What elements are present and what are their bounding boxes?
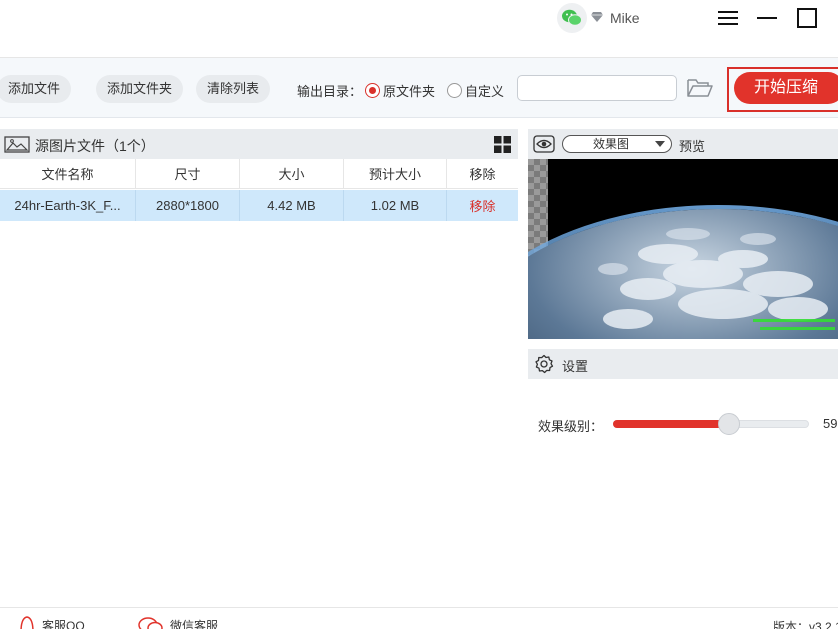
chevron-down-icon (655, 141, 665, 147)
file-name-cell: 24hr-Earth-3K_F... (0, 190, 136, 221)
clear-list-button[interactable]: 清除列表 (196, 75, 271, 103)
qq-support-link[interactable]: 客服QQ (18, 616, 85, 629)
radio-custom-folder[interactable]: 自定义 (447, 81, 504, 100)
wechat-support-icon (138, 616, 164, 629)
menu-icon[interactable] (716, 6, 740, 30)
file-dimensions-cell: 2880*1800 (136, 190, 240, 221)
radio-original-folder[interactable]: 原文件夹 (365, 81, 435, 100)
column-header-size: 大小 (240, 159, 344, 188)
radio-original-folder-indicator[interactable] (365, 83, 380, 98)
wechat-support-label: 微信客服 (170, 619, 219, 629)
gear-icon (534, 354, 554, 377)
title-bar: Mike (0, 0, 838, 58)
preview-header: 效果图 预览 (528, 129, 838, 159)
image-icon (4, 136, 30, 156)
output-directory-label: 输出目录： (297, 84, 363, 99)
user-account[interactable]: Mike (590, 9, 640, 27)
version-label: 版本：v3.2.1 (773, 620, 838, 629)
add-folder-button[interactable]: 添加文件夹 (96, 75, 184, 103)
diamond-icon (590, 11, 604, 26)
qq-support-label: 客服QQ (42, 619, 85, 629)
effect-level-slider[interactable] (613, 413, 809, 435)
radio-original-folder-label: 原文件夹 (383, 84, 436, 99)
wechat-icon[interactable] (557, 3, 587, 33)
preview-mode-value: 效果图 (592, 137, 629, 151)
slider-fill (613, 420, 729, 428)
settings-title: 设置 (562, 359, 589, 374)
slider-handle[interactable] (717, 413, 740, 435)
minimize-icon[interactable] (755, 6, 779, 30)
radio-custom-folder-indicator[interactable] (447, 83, 462, 98)
file-list-panel: 源图片文件（1个） 文件名称 尺寸 大小 预计大小 移除 24hr-Earth-… (0, 129, 518, 607)
output-path-input[interactable] (517, 75, 677, 101)
column-header-remove: 移除 (469, 167, 496, 182)
column-header-name: 文件名称 (0, 159, 136, 188)
start-compress-button[interactable]: 开始压缩 (734, 72, 838, 104)
remove-link[interactable]: 移除 (469, 196, 495, 215)
eye-icon (533, 135, 555, 156)
effect-level-value: 59 (823, 416, 838, 431)
file-table-header: 文件名称 尺寸 大小 预计大小 移除 (0, 159, 518, 189)
table-row[interactable]: 24hr-Earth-3K_F... 2880*1800 4.42 MB 1.0… (0, 190, 518, 221)
maximize-icon[interactable] (795, 6, 819, 30)
preview-mode-select[interactable]: 效果图 (562, 135, 672, 153)
settings-header: 设置 (528, 349, 838, 379)
column-header-estimated-size: 预计大小 (344, 159, 447, 188)
user-name: Mike (610, 10, 640, 26)
settings-panel: 设置 效果级别： 59 (528, 349, 838, 607)
file-list-title: 源图片文件（1个） (35, 138, 155, 154)
preview-label: 预览 (679, 139, 706, 154)
wechat-support-link[interactable]: 微信客服 (138, 616, 218, 629)
folder-open-icon[interactable] (686, 76, 714, 100)
file-estimated-size-cell: 1.02 MB (344, 190, 447, 221)
qq-icon (18, 616, 36, 629)
add-file-button[interactable]: 添加文件 (0, 75, 72, 103)
toolbar: 添加文件 添加文件夹 清除列表 输出目录： 原文件夹 自定义 开始压缩 (0, 58, 838, 118)
effect-level-label: 效果级别： (538, 419, 604, 434)
status-bar: 客服QQ 微信客服 版本：v3.2.1 (0, 607, 838, 629)
radio-custom-folder-label: 自定义 (465, 84, 505, 99)
file-size-cell: 4.42 MB (240, 190, 344, 221)
remove-cell: 移除 (447, 190, 518, 221)
file-list-header: 源图片文件（1个） (0, 129, 518, 159)
earth-preview-image (528, 159, 838, 339)
preview-panel: 效果图 预览 (528, 129, 838, 339)
grid-view-icon[interactable] (494, 136, 511, 156)
column-header-dimensions: 尺寸 (136, 159, 240, 188)
